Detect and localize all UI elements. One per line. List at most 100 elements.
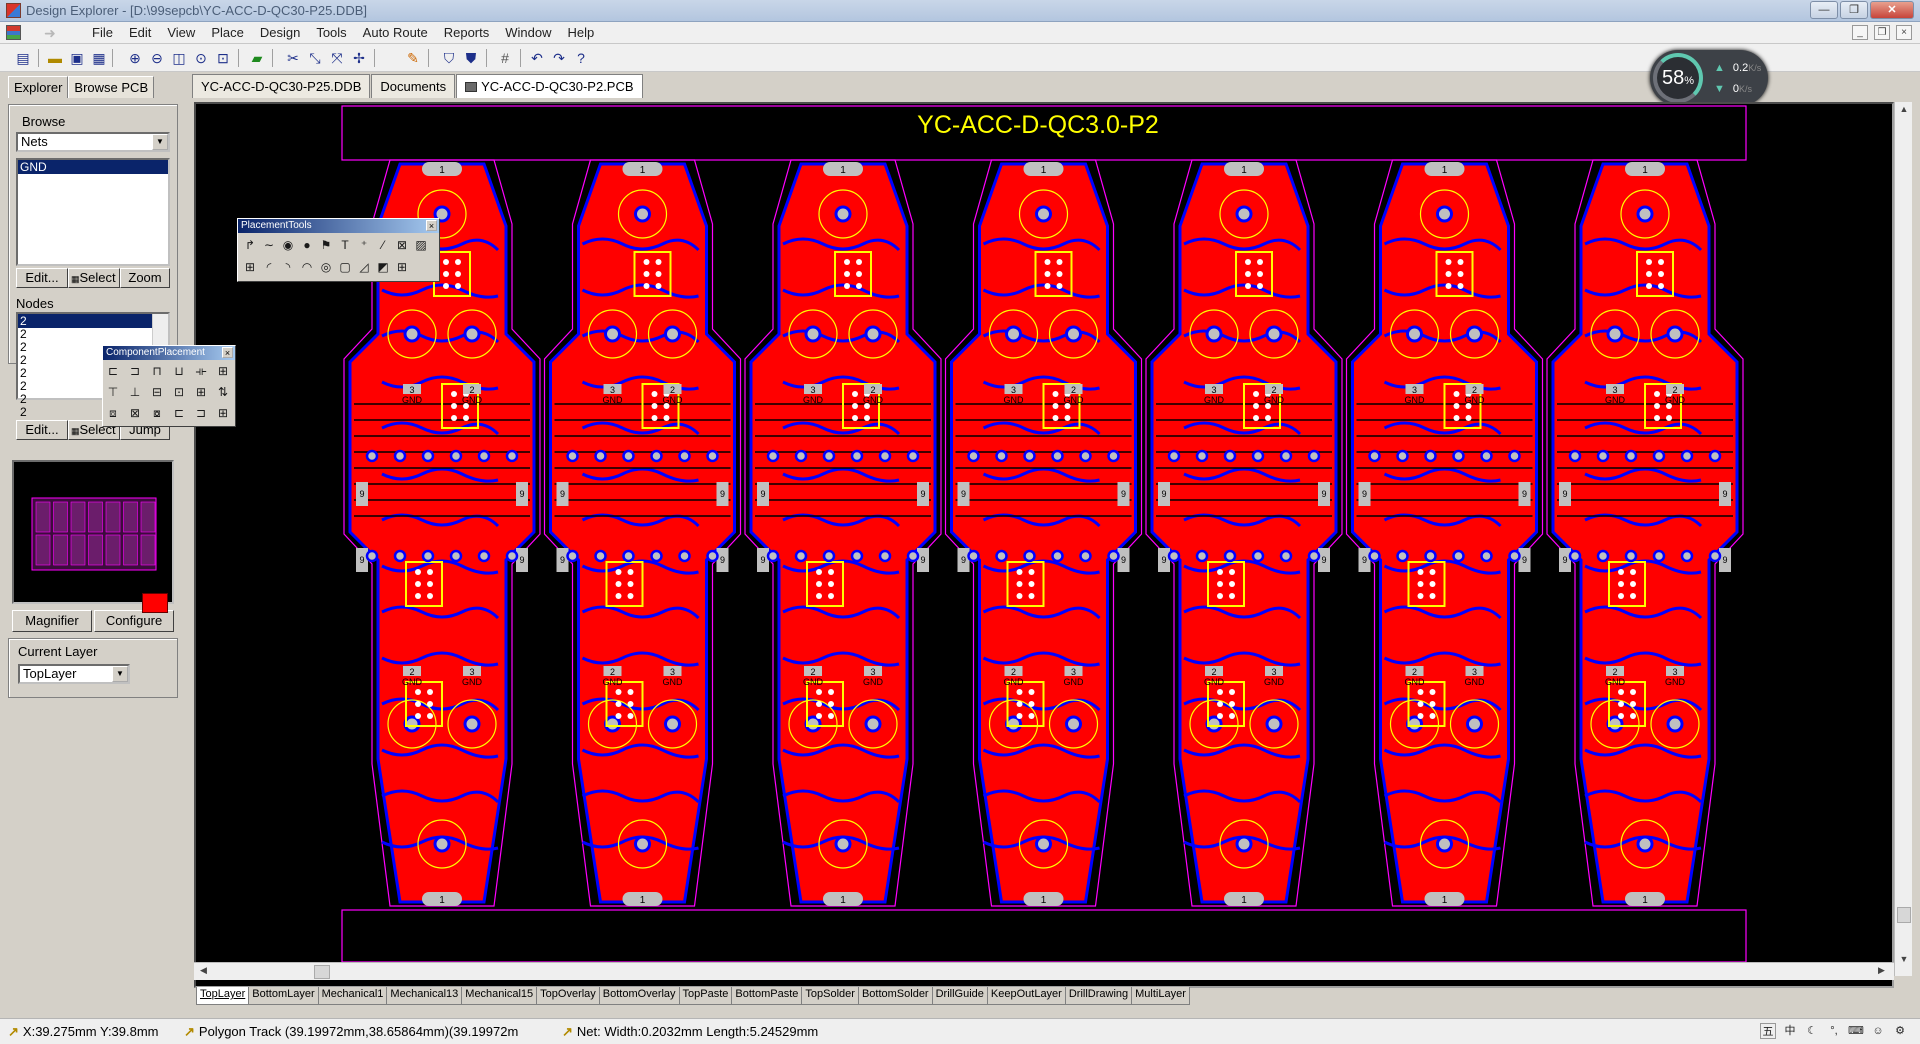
arc-edge-icon[interactable]: ◝ bbox=[280, 259, 296, 275]
design-manager-icon[interactable]: ▤ bbox=[14, 49, 32, 67]
align-tool-5-icon[interactable]: ⊞ bbox=[215, 363, 231, 379]
keepout-icon[interactable]: ⊞ bbox=[242, 259, 258, 275]
align-tool-4-icon[interactable]: ⟛ bbox=[193, 363, 209, 379]
tab-pcb[interactable]: YC-ACC-D-QC30-P2.PCB bbox=[456, 74, 643, 98]
grid-icon[interactable]: # bbox=[496, 49, 514, 67]
align-tool-8-icon[interactable]: ⊟ bbox=[149, 384, 165, 400]
document-icon[interactable] bbox=[6, 25, 21, 40]
help-icon[interactable]: ? bbox=[572, 49, 590, 67]
zoom-out-icon[interactable]: ⊖ bbox=[148, 49, 166, 67]
browse-library-icon[interactable]: ▰ bbox=[248, 49, 266, 67]
layer-tab-keepoutlayer[interactable]: KeepOutLayer bbox=[986, 987, 1066, 1005]
polygon-icon[interactable]: ◿ bbox=[356, 259, 372, 275]
origin-icon[interactable]: ⊠ bbox=[394, 237, 410, 253]
layer-tab-mechanical1[interactable]: Mechanical1 bbox=[317, 987, 388, 1005]
layer-tab-toppaste[interactable]: TopPaste bbox=[678, 987, 733, 1005]
deselect-icon[interactable]: ⤧ bbox=[328, 49, 346, 67]
align-tool-11-icon[interactable]: ⇅ bbox=[215, 384, 231, 400]
zoom-fit-icon[interactable]: ◫ bbox=[170, 49, 188, 67]
layer-tab-topoverlay[interactable]: TopOverlay bbox=[536, 987, 600, 1005]
tab-documents[interactable]: Documents bbox=[371, 74, 456, 98]
open-folder-icon[interactable]: ▬ bbox=[46, 49, 64, 67]
design-rule-check-icon[interactable]: ✎ bbox=[404, 49, 422, 67]
move-icon[interactable]: ✢ bbox=[350, 49, 368, 67]
tab-ddb[interactable]: YC-ACC-D-QC30-P25.DDB bbox=[192, 74, 371, 98]
keyboard-icon[interactable]: ⌨ bbox=[1848, 1023, 1864, 1039]
menu-view[interactable]: View bbox=[159, 25, 203, 40]
split-plane-icon[interactable]: ◩ bbox=[375, 259, 391, 275]
menu-place[interactable]: Place bbox=[203, 25, 252, 40]
network-speed-widget[interactable]: 58% ▲ 0.2K/s ▼ 0K/s bbox=[1650, 50, 1768, 106]
horizontal-scroll-thumb[interactable] bbox=[314, 965, 330, 979]
mdi-restore-button[interactable]: ❐ bbox=[1874, 25, 1890, 40]
zoom-in-icon[interactable]: ⊕ bbox=[126, 49, 144, 67]
node-item[interactable]: 2 bbox=[18, 314, 152, 328]
magnifier-button[interactable]: Magnifier bbox=[12, 610, 92, 632]
vertical-scrollbar[interactable]: ▲ ▼ bbox=[1894, 102, 1912, 976]
tab-explorer[interactable]: Explorer bbox=[8, 76, 69, 98]
close-icon[interactable]: × bbox=[426, 220, 437, 231]
current-layer-select[interactable]: TopLayer ▼ bbox=[18, 664, 130, 684]
via-icon[interactable]: ● bbox=[299, 237, 315, 253]
align-tool-7-icon[interactable]: ⊥ bbox=[127, 384, 143, 400]
layer-tab-bottomsolder[interactable]: BottomSolder bbox=[857, 987, 933, 1005]
arc-center-icon[interactable]: ◜ bbox=[261, 259, 277, 275]
align-tool-3-icon[interactable]: ⊔ bbox=[171, 363, 187, 379]
settings-icon[interactable]: ⚙ bbox=[1892, 1023, 1908, 1039]
moon-icon[interactable]: ☾ bbox=[1804, 1023, 1820, 1039]
layer-tab-mechanical13[interactable]: Mechanical13 bbox=[386, 987, 463, 1005]
select-icon[interactable]: ⤡ bbox=[306, 49, 324, 67]
close-button[interactable]: ✕ bbox=[1870, 1, 1914, 19]
text-icon[interactable]: T bbox=[337, 237, 353, 253]
menu-tools[interactable]: Tools bbox=[308, 25, 354, 40]
fill-icon[interactable]: ▢ bbox=[337, 259, 353, 275]
align-tool-2-icon[interactable]: ⊓ bbox=[149, 363, 165, 379]
configure-button[interactable]: Configure bbox=[94, 610, 174, 632]
close-icon[interactable]: × bbox=[222, 347, 233, 358]
redo-icon[interactable]: ↷ bbox=[550, 49, 568, 67]
board-preview-minimap[interactable] bbox=[12, 460, 174, 604]
horizontal-scrollbar[interactable]: ◀ ▶ bbox=[194, 962, 1894, 980]
array-paste-icon[interactable]: ⊞ bbox=[394, 259, 410, 275]
undo-icon[interactable]: ↶ bbox=[528, 49, 546, 67]
layer-tab-bottomoverlay[interactable]: BottomOverlay bbox=[598, 987, 680, 1005]
menu-edit[interactable]: Edit bbox=[121, 25, 159, 40]
ime-mode[interactable]: 中 bbox=[1782, 1023, 1798, 1039]
print-icon[interactable]: ▦ bbox=[90, 49, 108, 67]
punctuation-icon[interactable]: °, bbox=[1826, 1023, 1842, 1039]
user-icon[interactable]: ☺ bbox=[1870, 1023, 1886, 1039]
mdi-close-button[interactable]: × bbox=[1896, 25, 1912, 40]
align-tool-1-icon[interactable]: ⊐ bbox=[127, 363, 143, 379]
save-icon[interactable]: ▣ bbox=[68, 49, 86, 67]
pad-icon[interactable]: ◉ bbox=[280, 237, 296, 253]
menu-design[interactable]: Design bbox=[252, 25, 308, 40]
layer-tab-drillguide[interactable]: DrillGuide bbox=[931, 987, 988, 1005]
zoom-window-icon[interactable]: ⊡ bbox=[214, 49, 232, 67]
layer-tab-drilldrawing[interactable]: DrillDrawing bbox=[1064, 987, 1133, 1005]
menu-reports[interactable]: Reports bbox=[436, 25, 498, 40]
current-layer-color-swatch[interactable] bbox=[142, 593, 168, 613]
zoom-net-button[interactable]: Zoom bbox=[120, 268, 170, 288]
align-tool-15-icon[interactable]: ⊏ bbox=[171, 405, 187, 421]
nets-list[interactable]: GND bbox=[16, 158, 170, 266]
pcb-library-icon[interactable]: ⛊ bbox=[462, 49, 480, 67]
minimize-button[interactable]: — bbox=[1810, 1, 1838, 19]
edit-net-button[interactable]: Edit... bbox=[16, 268, 68, 288]
arc-icon[interactable]: ∼ bbox=[261, 237, 277, 253]
align-tool-17-icon[interactable]: ⊞ bbox=[215, 405, 231, 421]
align-tool-12-icon[interactable]: ⧈ bbox=[105, 405, 121, 421]
component-icon[interactable]: ▨ bbox=[413, 237, 429, 253]
edit-node-button[interactable]: Edit... bbox=[16, 420, 68, 440]
string-flag-icon[interactable]: ⚑ bbox=[318, 237, 334, 253]
align-tool-0-icon[interactable]: ⊏ bbox=[105, 363, 121, 379]
interactive-routing-icon[interactable]: ↱ bbox=[242, 237, 258, 253]
vertical-scroll-thumb[interactable] bbox=[1897, 907, 1911, 923]
layer-tab-mechanical15[interactable]: Mechanical15 bbox=[461, 987, 538, 1005]
placement-tools-palette[interactable]: PlacementTools × ↱ ∼ ◉ ● ⚑ T ⁺ ⁄ ⊠ ▨ ⊞ ◜ ◝ ◠ ◎ ▢ ◿ ◩ ⊞ bbox=[237, 218, 440, 282]
menu-window[interactable]: Window bbox=[497, 25, 559, 40]
cross-probe-icon[interactable]: ✂ bbox=[284, 49, 302, 67]
maximize-button[interactable]: ❐ bbox=[1840, 1, 1868, 19]
net-item-gnd[interactable]: GND bbox=[18, 160, 168, 174]
menu-help[interactable]: Help bbox=[560, 25, 603, 40]
layer-tab-multilayer[interactable]: MultiLayer bbox=[1131, 987, 1190, 1005]
